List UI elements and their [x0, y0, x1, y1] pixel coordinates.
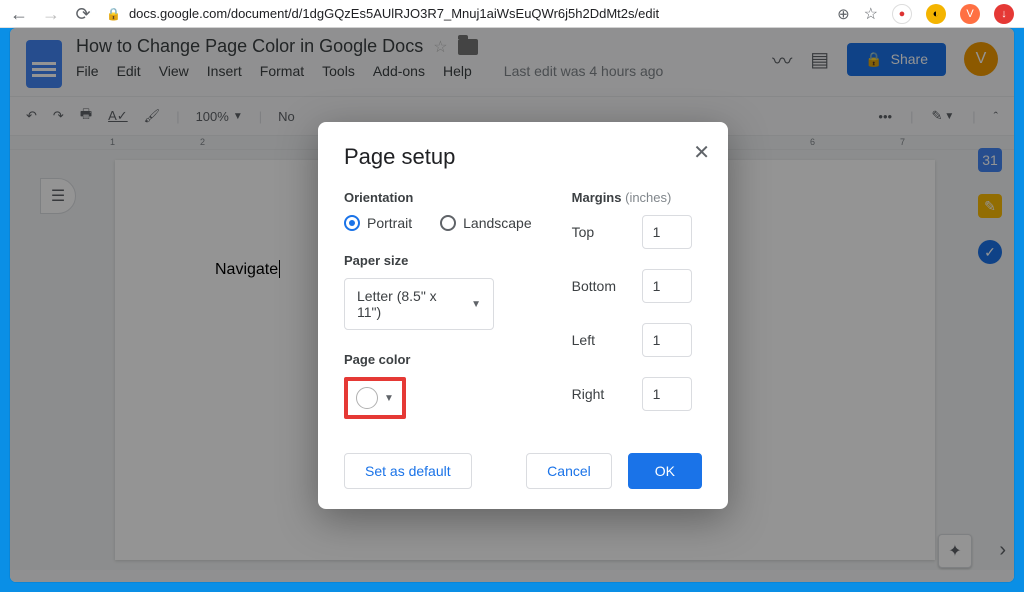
ok-button[interactable]: OK [628, 453, 702, 489]
margin-top-label: Top [572, 224, 632, 240]
orientation-portrait-radio[interactable]: Portrait [344, 215, 412, 231]
color-swatch-icon [356, 387, 378, 409]
page-setup-dialog: Page setup ✕ Orientation Portrait Landsc… [318, 122, 728, 509]
page-color-label: Page color [344, 352, 532, 367]
margin-right-input[interactable] [642, 377, 692, 411]
browser-chrome: ← → ⟳ 🔒 docs.google.com/document/d/1dgGQ… [0, 0, 1024, 28]
lock-icon: 🔒 [106, 7, 121, 21]
zoom-icon[interactable]: ⊕ [837, 5, 850, 23]
chevron-down-icon: ▼ [471, 299, 481, 310]
address-bar[interactable]: 🔒 docs.google.com/document/d/1dgGQzEs5AU… [106, 6, 823, 21]
back-button[interactable]: ← [10, 5, 28, 23]
set-default-button[interactable]: Set as default [344, 453, 472, 489]
paper-size-label: Paper size [344, 253, 532, 268]
close-icon[interactable]: ✕ [693, 140, 710, 165]
bookmark-star-icon[interactable]: ☆ [864, 4, 878, 24]
extension-icon-2[interactable]: ◐ [926, 4, 946, 24]
orientation-landscape-radio[interactable]: Landscape [440, 215, 532, 231]
google-docs-app: How to Change Page Color in Google Docs … [10, 28, 1014, 582]
extension-icon-1[interactable]: ● [892, 4, 912, 24]
margin-bottom-label: Bottom [572, 278, 632, 294]
margin-top-input[interactable] [642, 215, 692, 249]
url-text: docs.google.com/document/d/1dgGQzEs5AUlR… [129, 6, 659, 21]
margin-right-label: Right [572, 386, 632, 402]
profile-avatar[interactable]: V [960, 4, 980, 24]
radio-icon [440, 215, 456, 231]
reload-button[interactable]: ⟳ [74, 5, 92, 23]
chevron-down-icon: ▼ [384, 393, 394, 404]
dialog-title: Page setup [344, 144, 702, 170]
margin-left-label: Left [572, 332, 632, 348]
margin-bottom-input[interactable] [642, 269, 692, 303]
paper-size-select[interactable]: Letter (8.5" x 11") ▼ [344, 278, 494, 330]
margins-label: Margins (inches) [572, 190, 702, 205]
radio-icon [344, 215, 360, 231]
margin-left-input[interactable] [642, 323, 692, 357]
page-color-selector[interactable]: ▼ [344, 377, 406, 419]
extension-icon-3[interactable]: ↓ [994, 4, 1014, 24]
orientation-label: Orientation [344, 190, 532, 205]
cancel-button[interactable]: Cancel [526, 453, 612, 489]
forward-button[interactable]: → [42, 5, 60, 23]
